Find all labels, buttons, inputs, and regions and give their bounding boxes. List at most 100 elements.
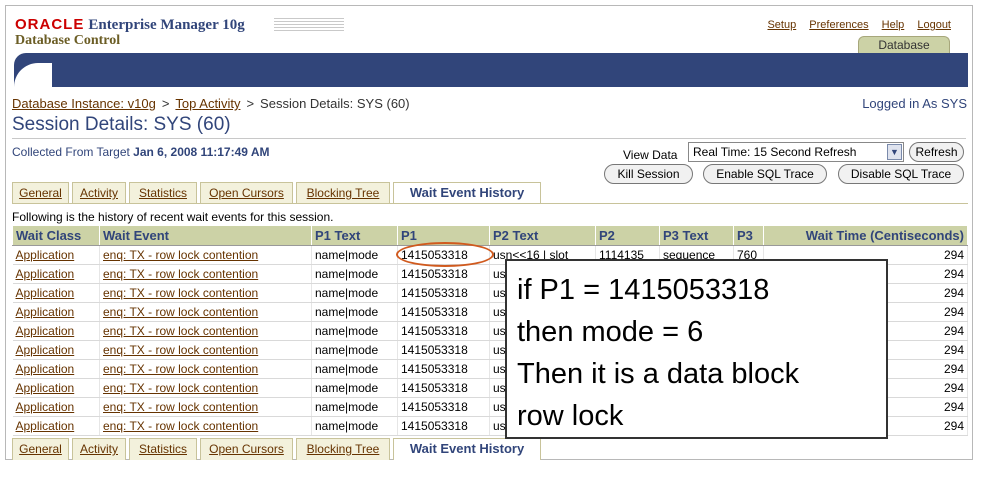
cell-wait-event[interactable]: enq: TX - row lock contention: [99, 302, 312, 322]
product-name: Enterprise Manager 10g: [88, 17, 245, 33]
cell-wait-class[interactable]: Application: [12, 245, 100, 265]
tab-database[interactable]: Database: [858, 36, 950, 54]
cell-wait-class[interactable]: Application: [12, 416, 100, 436]
tab-open-cursors[interactable]: Open Cursors: [200, 438, 293, 460]
cell-wait-class[interactable]: Application: [12, 283, 100, 303]
help-link[interactable]: Help: [882, 19, 905, 31]
cell-wait-event[interactable]: enq: TX - row lock contention: [99, 321, 312, 341]
tab-open-cursors[interactable]: Open Cursors: [200, 182, 293, 204]
cell-p1-text: name|mode: [311, 359, 398, 379]
tab-blocking-tree[interactable]: Blocking Tree: [296, 438, 390, 460]
cell-p1-text: name|mode: [311, 283, 398, 303]
tab-activity[interactable]: Activity: [72, 182, 126, 204]
tab-general[interactable]: General: [12, 438, 69, 460]
product-subtitle: Database Control: [15, 33, 121, 48]
cell-wait-class[interactable]: Application: [12, 378, 100, 398]
table-header-row: Wait Class Wait Event P1 Text P1 P2 Text…: [12, 225, 968, 246]
col-p1-text[interactable]: P1 Text: [311, 225, 398, 246]
cell-wait-event[interactable]: enq: TX - row lock contention: [99, 359, 312, 379]
col-wait-event[interactable]: Wait Event: [99, 225, 312, 246]
cell-wait-class[interactable]: Application: [12, 302, 100, 322]
subtab-bar-top: General Activity Statistics Open Cursors…: [12, 182, 968, 204]
collected-label: Collected From Target: [12, 145, 130, 159]
cell-wait-event[interactable]: enq: TX - row lock contention: [99, 245, 312, 265]
cell-p1: 1415053318: [397, 397, 490, 417]
cell-p1-text: name|mode: [311, 397, 398, 417]
collected-info: Collected From Target Jan 6, 2008 11:17:…: [12, 145, 269, 159]
breadcrumb-top-activity[interactable]: Top Activity: [175, 96, 240, 111]
cell-p1-text: name|mode: [311, 416, 398, 436]
tab-wait-event-history[interactable]: Wait Event History: [393, 182, 541, 204]
cell-wait-event[interactable]: enq: TX - row lock contention: [99, 397, 312, 417]
annotation-line: then mode = 6: [517, 316, 704, 348]
tab-blocking-tree[interactable]: Blocking Tree: [296, 182, 390, 204]
annotation-callout: if P1 = 1415053318 then mode = 6 Then it…: [505, 259, 888, 439]
cell-wait-class[interactable]: Application: [12, 340, 100, 360]
breadcrumb-current: Session Details: SYS (60): [260, 96, 410, 111]
cell-p1-text: name|mode: [311, 340, 398, 360]
chevron-down-icon[interactable]: ▼: [887, 144, 902, 160]
refresh-interval-select[interactable]: Real Time: 15 Second Refresh ▼: [688, 142, 904, 162]
global-links: Setup Preferences Help Logout: [757, 19, 951, 31]
tab-wait-event-history[interactable]: Wait Event History: [393, 438, 541, 460]
tab-statistics[interactable]: Statistics: [129, 182, 197, 204]
cell-wait-event[interactable]: enq: TX - row lock contention: [99, 378, 312, 398]
p1-highlight-circle: [396, 242, 494, 267]
col-p2-text[interactable]: P2 Text: [489, 225, 596, 246]
title-divider: [12, 138, 966, 139]
cell-wait-event[interactable]: enq: TX - row lock contention: [99, 264, 312, 284]
header-band: [14, 53, 968, 87]
breadcrumb-separator: >: [161, 96, 170, 111]
refresh-button[interactable]: Refresh: [909, 142, 964, 162]
cell-wait-class[interactable]: Application: [12, 321, 100, 341]
breadcrumb-separator: >: [246, 96, 255, 111]
preferences-link[interactable]: Preferences: [809, 19, 868, 31]
logged-in-label: Logged in As SYS: [862, 96, 967, 111]
cell-wait-event[interactable]: enq: TX - row lock contention: [99, 283, 312, 303]
collected-timestamp: Jan 6, 2008 11:17:49 AM: [133, 145, 270, 159]
annotation-line: Then it is a data block: [517, 358, 800, 390]
setup-link[interactable]: Setup: [767, 19, 796, 31]
cell-p1-text: name|mode: [311, 302, 398, 322]
cell-p1-text: name|mode: [311, 378, 398, 398]
logout-link[interactable]: Logout: [917, 19, 951, 31]
kill-session-button[interactable]: Kill Session: [604, 164, 693, 184]
cell-p1: 1415053318: [397, 283, 490, 303]
page-title: Session Details: SYS (60): [12, 114, 231, 135]
cell-p1: 1415053318: [397, 321, 490, 341]
header-stripes: [274, 18, 344, 32]
subtab-bar-bottom: General Activity Statistics Open Cursors…: [12, 438, 968, 460]
cell-p1: 1415053318: [397, 340, 490, 360]
cell-wait-event[interactable]: enq: TX - row lock contention: [99, 416, 312, 436]
oracle-logo: ORACLE Enterprise Manager 10g Database Co…: [15, 16, 245, 49]
col-p2[interactable]: P2: [595, 225, 660, 246]
annotation-line: if P1 = 1415053318: [517, 274, 770, 306]
cell-wait-event[interactable]: enq: TX - row lock contention: [99, 340, 312, 360]
enable-sql-trace-button[interactable]: Enable SQL Trace: [703, 164, 827, 184]
cell-p1-text: name|mode: [311, 245, 398, 265]
annotation-line: row lock: [517, 400, 624, 432]
cell-p1: 1415053318: [397, 302, 490, 322]
tab-activity[interactable]: Activity: [72, 438, 126, 460]
col-p3[interactable]: P3: [733, 225, 764, 246]
disable-sql-trace-button[interactable]: Disable SQL Trace: [838, 164, 964, 184]
col-wait-time[interactable]: Wait Time (Centiseconds): [763, 225, 968, 246]
cell-wait-class[interactable]: Application: [12, 264, 100, 284]
cell-p1: 1415053318: [397, 264, 490, 284]
cell-wait-class[interactable]: Application: [12, 359, 100, 379]
view-data-label: View Data: [623, 148, 678, 162]
cell-p1-text: name|mode: [311, 264, 398, 284]
cell-p1: 1415053318: [397, 378, 490, 398]
col-p3-text[interactable]: P3 Text: [659, 225, 734, 246]
refresh-interval-value: Real Time: 15 Second Refresh: [693, 145, 857, 159]
breadcrumb-database-instance[interactable]: Database Instance: v10g: [12, 96, 156, 111]
tab-statistics[interactable]: Statistics: [129, 438, 197, 460]
tab-general[interactable]: General: [12, 182, 69, 204]
history-description: Following is the history of recent wait …: [12, 210, 334, 224]
col-wait-class[interactable]: Wait Class: [12, 225, 100, 246]
breadcrumb: Database Instance: v10g > Top Activity > Ses…: [12, 96, 410, 111]
cell-wait-class[interactable]: Application: [12, 397, 100, 417]
brand-name: ORACLE: [15, 16, 85, 33]
browser-page: ORACLE Enterprise Manager 10g Database Co…: [5, 5, 973, 460]
cell-p1-text: name|mode: [311, 321, 398, 341]
